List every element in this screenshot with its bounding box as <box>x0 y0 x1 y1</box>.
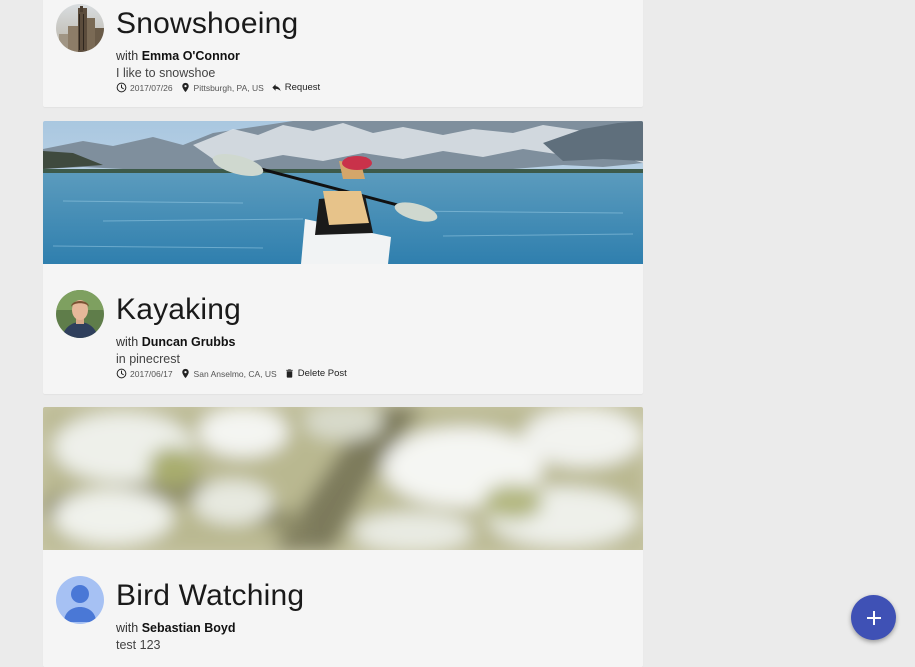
host-name[interactable]: Duncan Grubbs <box>142 335 236 349</box>
event-cover-image <box>43 121 643 264</box>
with-label: with <box>116 335 139 349</box>
event-title[interactable]: Bird Watching <box>116 579 304 613</box>
event-card-body: Snowshoeing with Emma O'Connor I like to… <box>43 0 643 107</box>
event-date: 2017/07/26 <box>130 82 173 93</box>
reply-icon[interactable] <box>271 82 282 93</box>
clock-icon <box>116 82 127 93</box>
event-title[interactable]: Kayaking <box>116 293 241 327</box>
host-name[interactable]: Sebastian Boyd <box>142 621 236 635</box>
request-button[interactable]: Request <box>285 82 320 93</box>
delete-post-button[interactable]: Delete Post <box>298 368 347 379</box>
event-host-line: with Emma O'Connor <box>116 49 240 63</box>
event-description: test 123 <box>116 638 161 652</box>
event-description: in pinecrest <box>116 352 180 366</box>
host-name[interactable]: Emma O'Connor <box>142 49 240 63</box>
event-host-line: with Sebastian Boyd <box>116 621 236 635</box>
avatar[interactable] <box>56 4 104 52</box>
plus-icon <box>866 610 881 625</box>
event-date: 2017/06/17 <box>130 368 173 379</box>
event-card[interactable]: Bird Watching with Sebastian Boyd test 1… <box>43 407 643 667</box>
with-label: with <box>116 49 139 63</box>
event-cover-image <box>43 407 643 550</box>
avatar[interactable] <box>56 576 104 624</box>
event-card-body: Kayaking with Duncan Grubbs in pinecrest… <box>43 264 643 394</box>
user-placeholder-icon <box>56 576 104 624</box>
event-card-body: Bird Watching with Sebastian Boyd test 1… <box>43 550 643 667</box>
event-card[interactable]: Snowshoeing with Emma O'Connor I like to… <box>43 0 643 107</box>
add-event-button[interactable] <box>851 595 896 640</box>
clock-icon <box>116 368 127 379</box>
city-skyline-photo <box>56 4 104 52</box>
trash-icon[interactable] <box>284 368 295 379</box>
event-title[interactable]: Snowshoeing <box>116 7 298 41</box>
event-location: Pittsburgh, PA, US <box>193 82 264 93</box>
with-label: with <box>116 621 139 635</box>
event-meta: 2017/06/17 San Anselmo, CA, US Delete Po… <box>116 368 347 379</box>
event-host-line: with Duncan Grubbs <box>116 335 235 349</box>
event-meta: 2017/07/26 Pittsburgh, PA, US Request <box>116 82 320 93</box>
person-photo <box>56 290 104 338</box>
event-location: San Anselmo, CA, US <box>193 368 277 379</box>
location-pin-icon <box>180 82 191 93</box>
event-description: I like to snowshoe <box>116 66 216 80</box>
location-pin-icon <box>180 368 191 379</box>
avatar[interactable] <box>56 290 104 338</box>
event-card[interactable]: Kayaking with Duncan Grubbs in pinecrest… <box>43 121 643 394</box>
